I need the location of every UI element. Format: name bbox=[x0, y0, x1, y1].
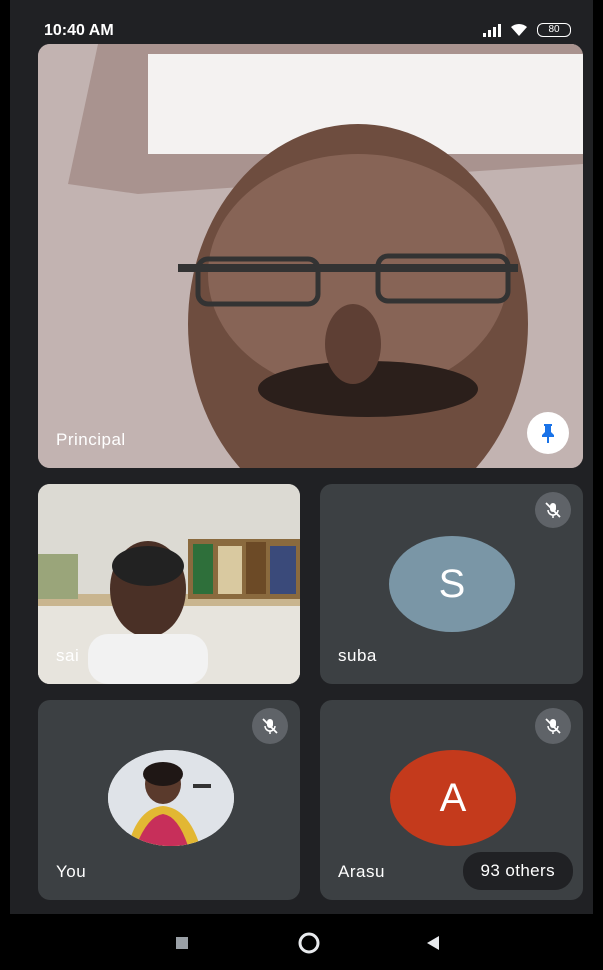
recents-icon bbox=[176, 937, 188, 949]
wifi-icon bbox=[511, 23, 527, 36]
mic-off-icon bbox=[262, 718, 278, 734]
principal-video bbox=[38, 44, 583, 468]
battery-level: 80 bbox=[548, 24, 560, 35]
back-icon bbox=[427, 936, 439, 950]
participant-name-suba: suba bbox=[338, 646, 377, 665]
home-button[interactable] bbox=[298, 932, 320, 959]
back-button[interactable] bbox=[425, 935, 441, 956]
recents-button[interactable] bbox=[175, 936, 189, 955]
home-icon bbox=[298, 932, 320, 954]
participant-tile-principal[interactable]: Principal bbox=[38, 44, 583, 468]
avatar-suba: S bbox=[389, 536, 515, 632]
mute-indicator-you bbox=[252, 708, 288, 744]
participant-name-sai: sai bbox=[56, 646, 80, 665]
avatar-initial-suba: S bbox=[438, 561, 466, 606]
meeting-screen: 10:40 AM 80 Principal sai S suba You A A… bbox=[10, 0, 593, 970]
participant-name-arasu: Arasu bbox=[338, 862, 385, 881]
pin-button[interactable] bbox=[527, 412, 569, 454]
avatar-arasu: A bbox=[390, 750, 516, 846]
status-bar: 10:40 AM 80 bbox=[10, 0, 593, 42]
mute-indicator-arasu bbox=[535, 708, 571, 744]
battery-icon: 80 bbox=[537, 23, 571, 37]
status-time: 10:40 AM bbox=[44, 22, 114, 39]
nav-bar bbox=[10, 914, 593, 970]
others-count-button[interactable]: 93 others bbox=[462, 852, 573, 890]
participant-name-you: You bbox=[56, 862, 87, 881]
participant-tile-sai[interactable]: sai bbox=[38, 484, 300, 684]
participant-tile-arasu[interactable]: A Arasu 93 others bbox=[320, 700, 583, 900]
participant-name-principal: Principal bbox=[56, 430, 126, 449]
participant-tile-you[interactable]: You bbox=[38, 700, 300, 900]
participant-tile-suba[interactable]: S suba bbox=[320, 484, 583, 684]
mic-off-icon bbox=[545, 502, 561, 518]
mic-off-icon bbox=[545, 718, 561, 734]
mute-indicator-suba bbox=[535, 492, 571, 528]
avatar-initial-arasu: A bbox=[439, 775, 467, 820]
avatar-you bbox=[108, 750, 234, 846]
pin-icon bbox=[542, 424, 554, 443]
status-icons: 80 bbox=[483, 22, 571, 38]
signal-icon bbox=[483, 23, 501, 37]
avatar-photo-you bbox=[108, 750, 234, 846]
